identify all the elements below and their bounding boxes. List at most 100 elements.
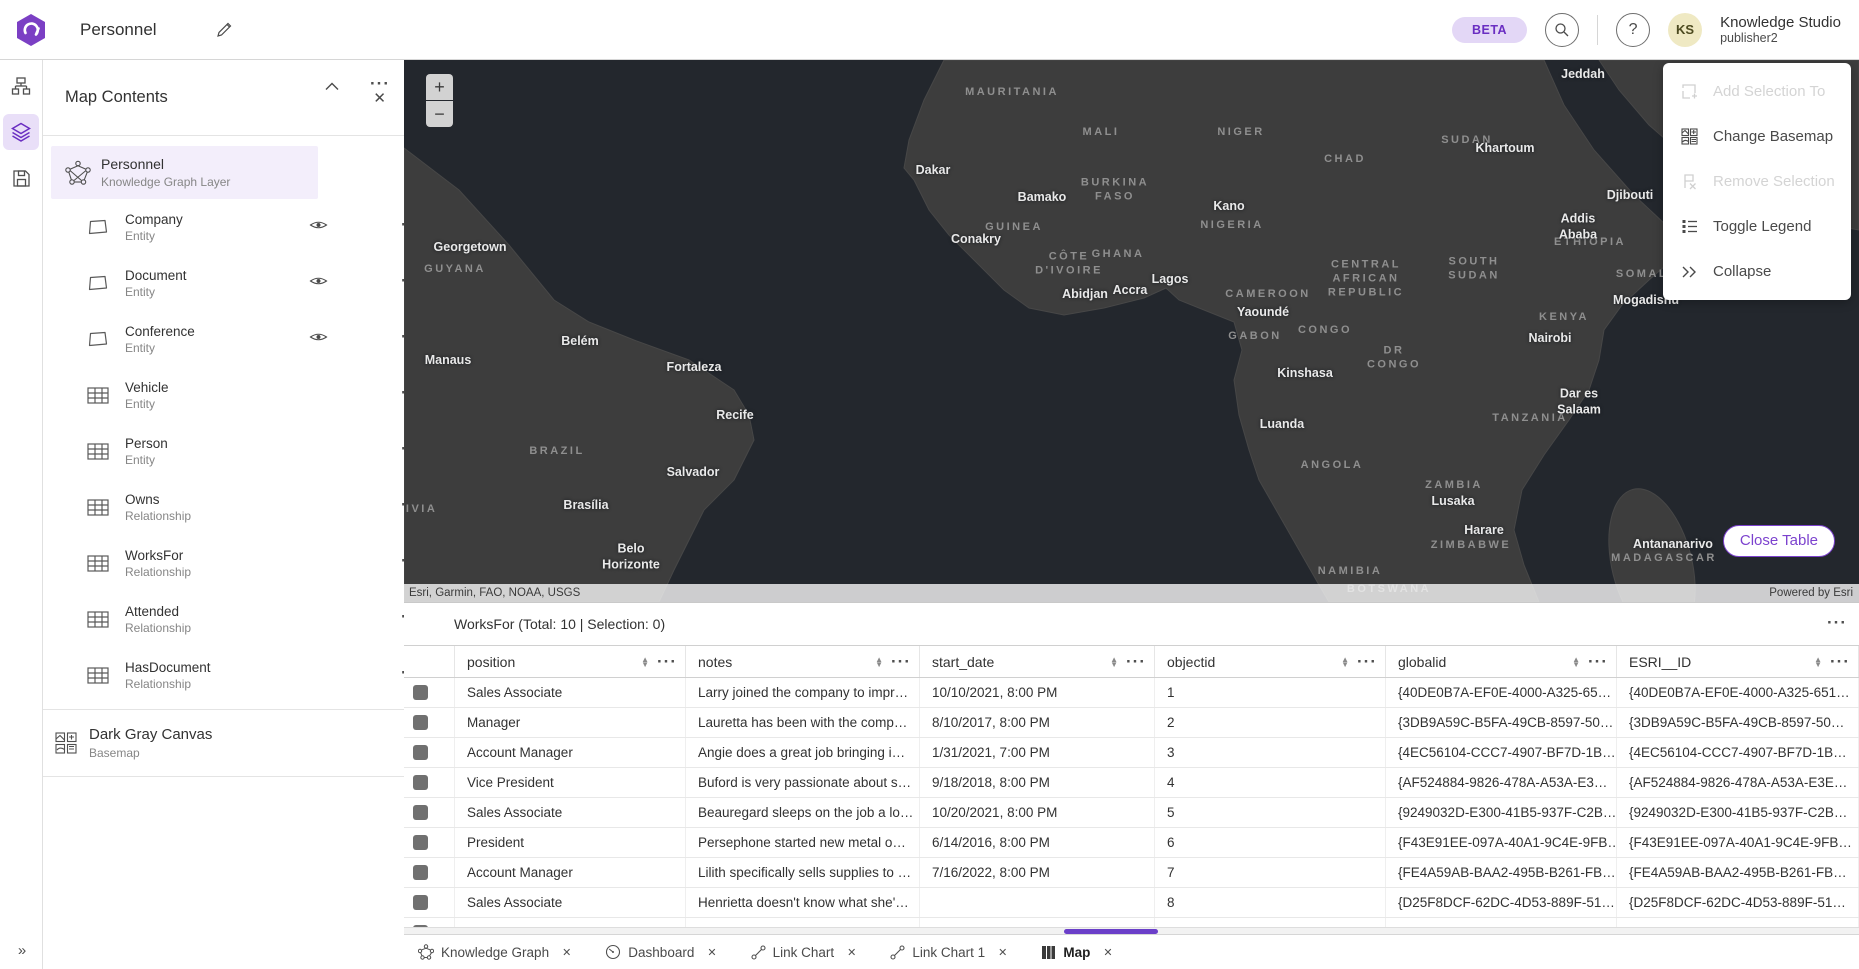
close-table-button[interactable]: Close Table — [1723, 525, 1835, 557]
column-header-objectid[interactable]: objectid▲▼··· — [1155, 646, 1386, 677]
powered-by-esri: Powered by Esri — [1769, 587, 1859, 599]
item-name: Attended — [125, 604, 191, 619]
zoom-out-button[interactable]: − — [426, 101, 453, 127]
zoom-in-button[interactable]: + — [426, 74, 453, 100]
layer-item-row[interactable]: HasDocument Relationship ··· — [43, 647, 404, 703]
map-label: GABON — [1228, 330, 1281, 344]
row-checkbox[interactable] — [413, 835, 428, 850]
table-row[interactable]: Manager Lauretta has been with the comp…… — [404, 708, 1859, 738]
row-checkbox[interactable] — [413, 715, 428, 730]
close-tab-icon[interactable]: ✕ — [707, 946, 716, 959]
save-icon — [12, 169, 31, 188]
edit-title-pencil-icon[interactable] — [215, 21, 233, 39]
column-header-globalid[interactable]: globalid▲▼··· — [1386, 646, 1617, 677]
layer-item-row[interactable]: Owns Relationship ··· — [43, 479, 404, 535]
row-checkbox[interactable] — [413, 775, 428, 790]
layer-options-ellipsis[interactable]: ··· — [370, 74, 390, 94]
row-checkbox[interactable] — [413, 805, 428, 820]
row-checkbox[interactable] — [413, 865, 428, 880]
sort-icon[interactable]: ▲▼ — [1341, 657, 1349, 667]
sort-icon[interactable]: ▲▼ — [1110, 657, 1118, 667]
layer-item-list: Company Entity ··· Document — [43, 199, 404, 703]
cell-position: Vice President — [455, 768, 686, 797]
column-options-ellipsis[interactable]: ··· — [1830, 652, 1850, 672]
column-header-position[interactable]: position▲▼··· — [455, 646, 686, 677]
search-button[interactable] — [1545, 13, 1579, 47]
map-label: Addis Ababa — [1559, 211, 1597, 242]
sort-icon[interactable]: ▲▼ — [1572, 657, 1580, 667]
visibility-eye-icon[interactable] — [309, 331, 328, 343]
tab-link-chart-1[interactable]: Link Chart 1 ✕ — [890, 945, 1007, 960]
tab-dashboard[interactable]: Dashboard ✕ — [605, 944, 716, 960]
row-checkbox[interactable] — [413, 895, 428, 910]
column-options-ellipsis[interactable]: ··· — [1126, 652, 1146, 672]
help-button[interactable]: ? — [1616, 13, 1650, 47]
table-row[interactable]: President Persephone started new metal o… — [404, 828, 1859, 858]
cell-start-date: 7/16/2022, 8:00 PM — [920, 858, 1155, 887]
table-row[interactable]: Account Manager Angie does a great job b… — [404, 738, 1859, 768]
row-checkbox[interactable] — [413, 745, 428, 760]
expand-rail-chevrons-icon[interactable]: » — [0, 942, 43, 959]
column-options-ellipsis[interactable]: ··· — [1588, 652, 1608, 672]
item-name: Vehicle — [125, 380, 169, 395]
map-label: DR CONGO — [1367, 344, 1421, 372]
map-label: GHANA — [1092, 248, 1145, 262]
scrollbar-thumb[interactable] — [1064, 929, 1158, 934]
basemap-type: Basemap — [89, 746, 212, 760]
table-options-ellipsis[interactable]: ··· — [1827, 613, 1847, 633]
column-header-esri-id[interactable]: ESRI__ID▲▼··· — [1617, 646, 1859, 677]
layer-item-row[interactable]: WorksFor Relationship ··· — [43, 535, 404, 591]
map-view[interactable]: MAURITANIA MALI NIGER SUDAN CHAD BURKINA… — [404, 60, 1859, 602]
close-tab-icon[interactable]: ✕ — [847, 946, 856, 959]
sort-icon[interactable]: ▲▼ — [1814, 657, 1822, 667]
close-tab-icon[interactable]: ✕ — [1103, 946, 1112, 959]
layer-item-row[interactable]: Person Entity ··· — [43, 423, 404, 479]
sort-icon[interactable]: ▲▼ — [641, 657, 649, 667]
table-row[interactable]: Sales Associate Henrietta doesn't know w… — [404, 888, 1859, 918]
table-row[interactable]: Account Manager Lilith specifically sell… — [404, 858, 1859, 888]
column-options-ellipsis[interactable]: ··· — [657, 652, 677, 672]
tab-knowledge-graph[interactable]: Knowledge Graph ✕ — [418, 944, 571, 960]
close-tab-icon[interactable]: ✕ — [998, 946, 1007, 959]
visibility-eye-icon[interactable] — [309, 219, 328, 231]
layer-item-row[interactable]: Company Entity ··· — [43, 199, 404, 255]
column-options-ellipsis[interactable]: ··· — [1357, 652, 1377, 672]
map-label: Abidjan — [1062, 287, 1108, 303]
table-row[interactable]: Vice President Buford is very passionate… — [404, 768, 1859, 798]
basemap-row[interactable]: Dark Gray Canvas Basemap — [43, 709, 404, 777]
layer-item-row[interactable]: Document Entity ··· — [43, 255, 404, 311]
user-avatar[interactable]: KS — [1668, 13, 1702, 47]
column-options-ellipsis[interactable]: ··· — [891, 652, 911, 672]
menu-item-change-basemap[interactable]: Change Basemap — [1663, 114, 1851, 159]
cell-position: Sales Associate — [455, 888, 686, 917]
layer-item-row[interactable]: Attended Relationship ··· — [43, 591, 404, 647]
table-row[interactable]: Sales Associate Beauregard sleeps on the… — [404, 798, 1859, 828]
map-label: MALI — [1083, 126, 1120, 140]
menu-item-collapse[interactable]: Collapse — [1663, 249, 1851, 294]
sidebar-item-save[interactable] — [3, 160, 39, 196]
layer-item-row[interactable]: Vehicle Entity ··· — [43, 367, 404, 423]
item-type: Entity — [125, 341, 195, 355]
column-header-start-date[interactable]: start_date▲▼··· — [920, 646, 1155, 677]
question-mark-icon: ? — [1629, 21, 1638, 39]
layer-item-row[interactable]: Conference Entity ··· — [43, 311, 404, 367]
sidebar-item-data-model[interactable] — [3, 68, 39, 104]
visibility-eye-icon[interactable] — [309, 275, 328, 287]
menu-item-toggle-legend[interactable]: Toggle Legend — [1663, 204, 1851, 249]
link-chart-icon — [890, 945, 905, 960]
collapse-layer-chevron-icon[interactable] — [325, 82, 339, 91]
row-checkbox[interactable] — [413, 685, 428, 700]
tab-link-chart[interactable]: Link Chart ✕ — [751, 945, 857, 960]
table-row[interactable]: Sales Associate Larry joined the company… — [404, 678, 1859, 708]
tab-map[interactable]: Map ✕ — [1041, 945, 1112, 960]
map-label: ZIMBABWE — [1431, 539, 1512, 553]
sidebar-item-map-contents[interactable] — [3, 114, 39, 150]
map-label: CHAD — [1324, 153, 1366, 167]
close-tab-icon[interactable]: ✕ — [562, 946, 571, 959]
table-horizontal-scrollbar[interactable] — [404, 927, 1859, 934]
sort-icon[interactable]: ▲▼ — [875, 657, 883, 667]
knowledge-graph-layer-row[interactable]: Personnel Knowledge Graph Layer — [51, 146, 318, 199]
column-header-notes[interactable]: notes▲▼··· — [686, 646, 920, 677]
cell-notes: Henrietta doesn't know what she'… — [686, 888, 920, 917]
map-label: Kano — [1213, 199, 1244, 215]
